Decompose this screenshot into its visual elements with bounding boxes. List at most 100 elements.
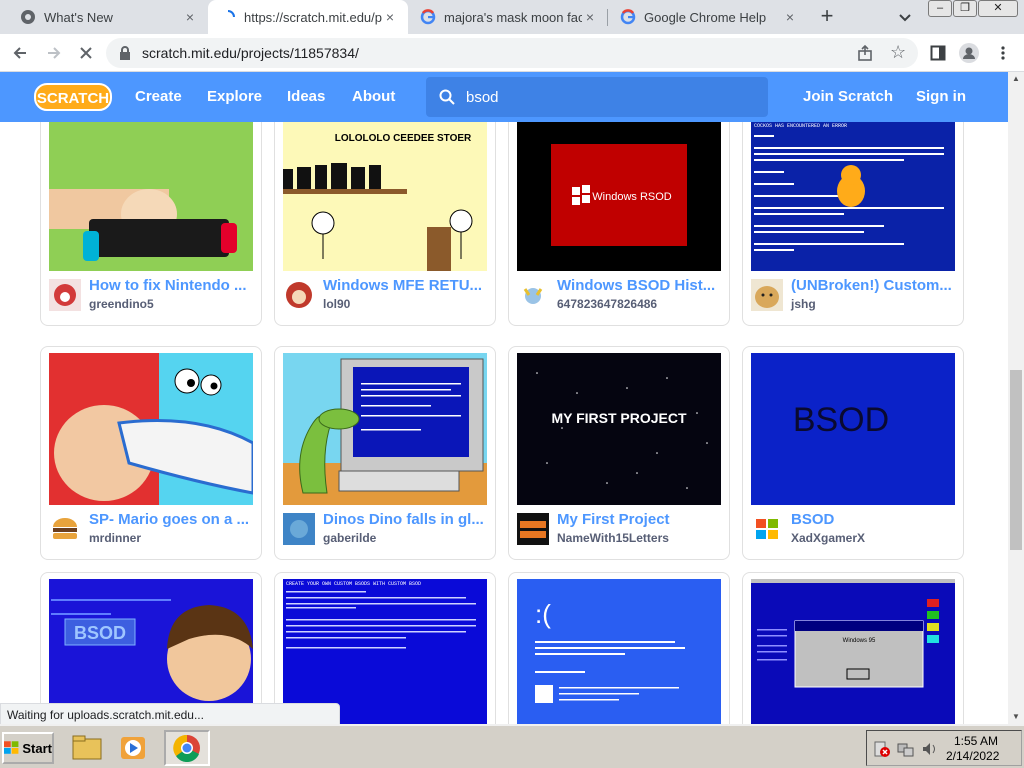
project-title[interactable]: (UNBroken!) Custom... — [791, 277, 959, 294]
tab-label: majora's mask moon face — [444, 9, 582, 25]
url-text: scratch.mit.edu/projects/11857834/ — [142, 45, 359, 61]
network-icon[interactable] — [897, 740, 915, 763]
project-thumbnail[interactable] — [283, 353, 487, 505]
project-title[interactable]: How to fix Nintendo ... — [89, 277, 257, 294]
file-explorer-icon[interactable] — [68, 730, 106, 766]
stop-loading-icon[interactable] — [74, 41, 98, 65]
scroll-up-arrow-icon[interactable]: ▲ — [1008, 72, 1024, 86]
kebab-menu-icon[interactable] — [993, 43, 1013, 63]
project-card[interactable]: SP- Mario goes on a ... mrdinner — [40, 346, 262, 560]
windows-logo-avatar[interactable] — [751, 513, 783, 545]
loading-spinner-icon — [220, 9, 236, 25]
tab-separator — [607, 9, 608, 26]
tab-close-icon[interactable]: × — [182, 9, 198, 25]
tab-whats-new[interactable]: What's New × — [0, 0, 208, 34]
scroll-down-arrow-icon[interactable]: ▼ — [1008, 710, 1024, 724]
project-card[interactable]: BSOD — [40, 572, 262, 724]
nav-about[interactable]: About — [352, 88, 395, 105]
project-card[interactable]: COCKOS HAS ENCOUNTERED AN ERROR (UNBroke… — [742, 122, 964, 326]
avatar[interactable] — [49, 513, 81, 545]
avatar[interactable] — [517, 279, 549, 311]
sign-in-link[interactable]: Sign in — [916, 88, 966, 105]
avatar[interactable] — [517, 513, 549, 545]
project-card[interactable]: CREATE YOUR OWN CUSTOM BSODS WITH CUSTOM… — [274, 572, 496, 724]
project-author[interactable]: 647823647826486 — [557, 297, 657, 311]
project-thumbnail[interactable]: LOLOLOLO CEEDEE STOER — [283, 122, 487, 271]
tab-scratch[interactable]: https://scratch.mit.edu/p × — [208, 0, 408, 34]
project-card[interactable]: Dinos Dino falls in gl... gaberilde — [274, 346, 496, 560]
project-author[interactable]: jshg — [791, 297, 816, 311]
minimize-button[interactable]: – — [928, 0, 952, 17]
project-author[interactable]: lol90 — [323, 297, 350, 311]
project-thumbnail[interactable]: BSOD — [751, 353, 955, 505]
avatar[interactable] — [751, 279, 783, 311]
avatar[interactable] — [49, 279, 81, 311]
security-alert-icon[interactable] — [873, 740, 891, 763]
tab-chrome-help[interactable]: Google Chrome Help × — [608, 0, 808, 34]
forward-arrow-icon[interactable] — [42, 41, 66, 65]
maximize-button[interactable]: ❐ — [953, 0, 977, 17]
project-thumbnail[interactable]: MY FIRST PROJECT — [517, 353, 721, 505]
project-thumbnail[interactable]: Windows 95 — [751, 579, 955, 724]
volume-icon[interactable] — [921, 740, 939, 763]
close-window-button[interactable]: ✕ — [978, 0, 1018, 17]
project-card[interactable]: Windows 95 — [742, 572, 964, 724]
avatar[interactable] — [283, 279, 315, 311]
scratch-logo[interactable]: SCRATCH — [34, 81, 112, 113]
tab-majoras-mask[interactable]: majora's mask moon face × — [408, 0, 608, 34]
project-thumbnail[interactable]: Windows RSOD — [517, 122, 721, 271]
project-card[interactable]: :( — [508, 572, 730, 724]
project-author[interactable]: mrdinner — [89, 531, 141, 545]
project-card[interactable]: LOLOLOLO CEEDEE STOER Windows MFE RETU..… — [274, 122, 496, 326]
project-thumbnail[interactable]: :( — [517, 579, 721, 724]
tab-close-icon[interactable]: × — [582, 9, 598, 25]
google-icon — [420, 9, 436, 25]
project-thumbnail[interactable] — [49, 122, 253, 271]
address-bar[interactable]: scratch.mit.edu/projects/11857834/ ☆ — [106, 38, 918, 68]
start-button[interactable]: Start — [2, 732, 54, 764]
scrollbar-thumb[interactable] — [1010, 370, 1022, 550]
page-scrollbar[interactable]: ▲ ▼ — [1008, 72, 1024, 724]
svg-text:Windows RSOD: Windows RSOD — [592, 191, 672, 203]
svg-text:BSOD: BSOD — [793, 401, 889, 439]
project-title[interactable]: Windows MFE RETU... — [323, 277, 491, 294]
share-icon[interactable] — [856, 44, 874, 62]
svg-text:MY FIRST PROJECT: MY FIRST PROJECT — [551, 410, 687, 426]
tab-close-icon[interactable]: × — [782, 9, 798, 25]
project-card[interactable]: BSOD BSOD XadXgamerX — [742, 346, 964, 560]
bookmark-star-icon[interactable]: ☆ — [890, 42, 906, 62]
join-scratch-link[interactable]: Join Scratch — [803, 88, 893, 105]
clock-date[interactable]: 2/14/2022 — [946, 749, 999, 763]
project-title[interactable]: My First Project — [557, 511, 725, 528]
project-card[interactable]: Windows RSOD Windows BSOD Hist... 647823… — [508, 122, 730, 326]
svg-text:SCRATCH: SCRATCH — [37, 90, 109, 107]
scratch-search-field[interactable]: bsod — [426, 77, 768, 117]
project-title[interactable]: SP- Mario goes on a ... — [89, 511, 257, 528]
tab-strip: What's New × https://scratch.mit.edu/p ×… — [0, 0, 1024, 34]
project-thumbnail[interactable]: COCKOS HAS ENCOUNTERED AN ERROR — [751, 122, 955, 271]
project-card[interactable]: How to fix Nintendo ... greendino5 — [40, 122, 262, 326]
project-title[interactable]: BSOD — [791, 511, 959, 528]
nav-ideas[interactable]: Ideas — [287, 88, 325, 105]
chrome-taskbar-icon[interactable] — [164, 730, 210, 766]
project-author[interactable]: gaberilde — [323, 531, 376, 545]
project-author[interactable]: XadXgamerX — [791, 531, 865, 545]
tab-search-chevron-icon[interactable] — [896, 8, 914, 26]
tab-close-icon[interactable]: × — [382, 9, 398, 25]
nav-create[interactable]: Create — [135, 88, 182, 105]
project-author[interactable]: NameWith15Letters — [557, 531, 669, 545]
project-author[interactable]: greendino5 — [89, 297, 154, 311]
back-arrow-icon[interactable] — [8, 41, 32, 65]
media-player-icon[interactable] — [114, 730, 152, 766]
side-panel-icon[interactable] — [928, 43, 948, 63]
profile-avatar-icon[interactable] — [959, 43, 979, 63]
nav-explore[interactable]: Explore — [207, 88, 262, 105]
project-title[interactable]: Dinos Dino falls in gl... — [323, 511, 491, 528]
project-card[interactable]: MY FIRST PROJECT My First Project NameWi… — [508, 346, 730, 560]
project-thumbnail[interactable] — [49, 353, 253, 505]
project-title[interactable]: Windows BSOD Hist... — [557, 277, 725, 294]
new-tab-button[interactable]: + — [815, 5, 839, 29]
search-input-value[interactable]: bsod — [466, 89, 499, 106]
clock-time[interactable]: 1:55 AM — [954, 734, 998, 748]
avatar[interactable] — [283, 513, 315, 545]
